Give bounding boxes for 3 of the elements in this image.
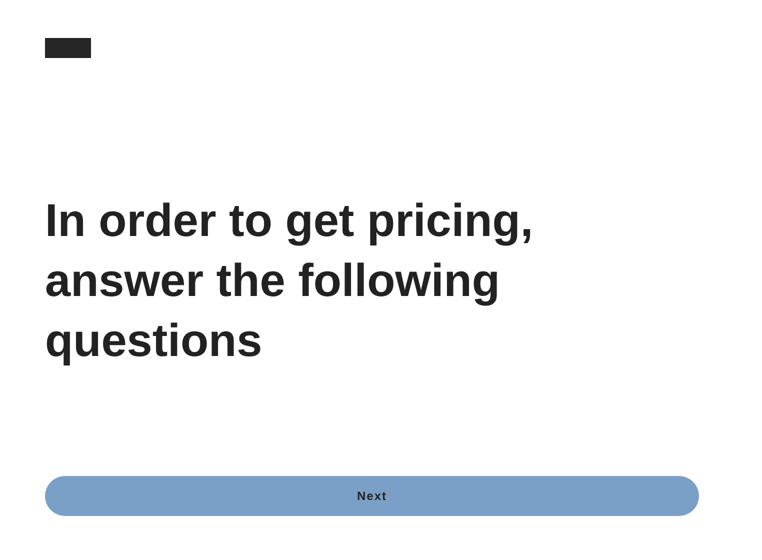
page-heading: In order to get pricing, answer the following questions xyxy=(45,193,534,368)
block-icon xyxy=(45,38,91,58)
next-button[interactable]: Next xyxy=(45,476,699,516)
